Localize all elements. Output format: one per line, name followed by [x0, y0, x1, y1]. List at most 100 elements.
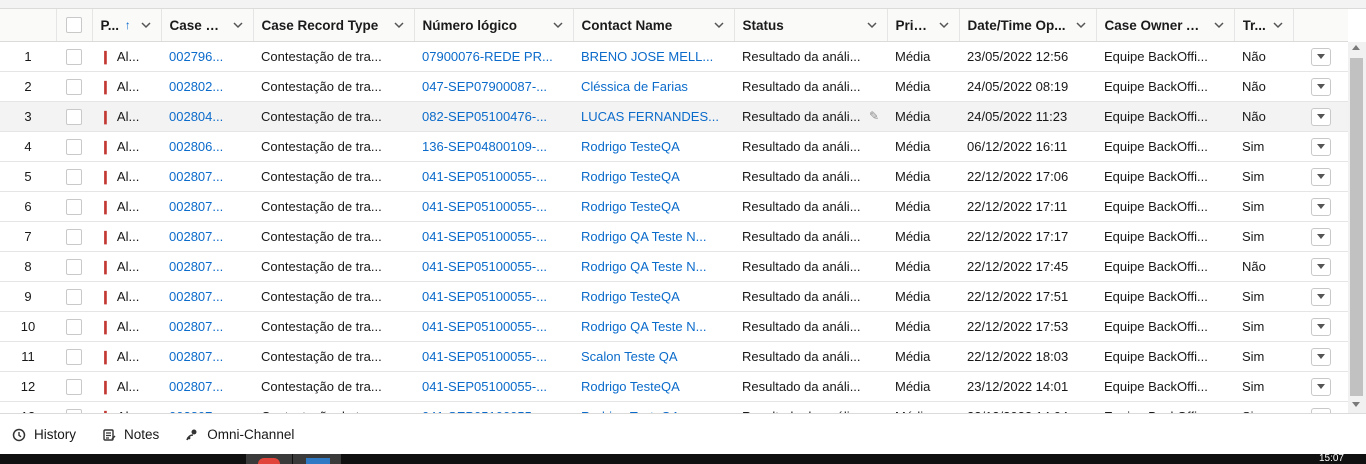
contact-name-link[interactable]: Rodrigo TesteQA: [581, 169, 680, 184]
row-checkbox[interactable]: [66, 288, 82, 305]
chevron-down-icon[interactable]: [392, 18, 406, 32]
row-checkbox[interactable]: [66, 198, 82, 215]
table-row[interactable]: 1 ❙ Al... 002796... Contestação de tra... 079…: [0, 41, 1348, 72]
row-select-cell[interactable]: [56, 131, 92, 162]
history-utility[interactable]: History: [12, 427, 76, 442]
row-actions-cell[interactable]: [1293, 281, 1348, 312]
status-cell[interactable]: Resultado da análi...: [734, 341, 887, 372]
case-number-link[interactable]: 002807...: [169, 229, 223, 244]
numero-logico-link[interactable]: 041-SEP05100055-...: [422, 349, 547, 364]
chevron-down-icon[interactable]: [1074, 18, 1088, 32]
status-cell[interactable]: Resultado da análi...: [734, 401, 887, 413]
row-checkbox[interactable]: [66, 348, 82, 365]
case-number-cell[interactable]: 002807...: [161, 371, 253, 402]
table-row[interactable]: 5 ❙ Al... 002807... Contestação de tra... 041…: [0, 161, 1348, 192]
contact-name-cell[interactable]: BRENO JOSE MELL...: [573, 41, 734, 72]
contact-name-cell[interactable]: Rodrigo QA Teste N...: [573, 221, 734, 252]
row-checkbox[interactable]: [66, 108, 82, 125]
status-cell[interactable]: Resultado da análi...: [734, 281, 887, 312]
table-row[interactable]: 2 ❙ Al... 002802... Contestação de tra... 047…: [0, 71, 1348, 102]
chevron-down-icon[interactable]: [1212, 18, 1226, 32]
contact-name-cell[interactable]: Rodrigo TesteQA: [573, 161, 734, 192]
chevron-down-icon[interactable]: [139, 18, 153, 32]
row-checkbox[interactable]: [66, 318, 82, 335]
numero-logico-cell[interactable]: 041-SEP05100055-...: [414, 251, 573, 282]
status-cell[interactable]: Resultado da análi...: [734, 131, 887, 162]
contact-name-cell[interactable]: Rodrigo TesteQA: [573, 401, 734, 413]
row-actions-cell[interactable]: [1293, 41, 1348, 72]
chevron-down-icon[interactable]: [937, 18, 951, 32]
chevron-down-icon[interactable]: [551, 18, 565, 32]
chevron-down-icon[interactable]: [1271, 18, 1285, 32]
numero-logico-cell[interactable]: 047-SEP07900087-...: [414, 71, 573, 102]
numero-logico-cell[interactable]: 041-SEP05100055-...: [414, 371, 573, 402]
header-numero-logico[interactable]: Número lógico: [414, 9, 574, 42]
status-cell[interactable]: Resultado da análi...: [734, 191, 887, 222]
table-row[interactable]: 7 ❙ Al... 002807... Contestação de tra... 041…: [0, 221, 1348, 252]
contact-name-cell[interactable]: Rodrigo TesteQA: [573, 191, 734, 222]
row-action-chevron-down-icon[interactable]: [1310, 77, 1331, 96]
row-actions-cell[interactable]: [1293, 341, 1348, 372]
row-select-cell[interactable]: [56, 311, 92, 342]
row-actions-cell[interactable]: [1293, 101, 1348, 132]
status-cell[interactable]: Resultado da análi...: [734, 161, 887, 192]
numero-logico-cell[interactable]: 041-SEP05100055-...: [414, 191, 573, 222]
sort-ascending-icon[interactable]: ↑: [125, 18, 131, 32]
notes-utility[interactable]: Notes: [102, 427, 159, 442]
status-cell[interactable]: Resultado da análi...: [734, 71, 887, 102]
chevron-down-icon[interactable]: [712, 18, 726, 32]
numero-logico-link[interactable]: 082-SEP05100476-...: [422, 109, 547, 124]
row-action-chevron-down-icon[interactable]: [1310, 197, 1331, 216]
case-number-cell[interactable]: 002807...: [161, 401, 253, 413]
header-record-type[interactable]: Case Record Type: [253, 9, 415, 42]
case-number-cell[interactable]: 002807...: [161, 191, 253, 222]
select-all-checkbox[interactable]: [66, 17, 82, 34]
row-action-chevron-down-icon[interactable]: [1310, 317, 1331, 336]
header-status[interactable]: Status: [734, 9, 888, 42]
row-select-cell[interactable]: [56, 251, 92, 282]
case-number-cell[interactable]: 002802...: [161, 71, 253, 102]
row-select-cell[interactable]: [56, 371, 92, 402]
case-number-cell[interactable]: 002807...: [161, 251, 253, 282]
scroll-up-arrow-icon[interactable]: [1352, 45, 1360, 50]
case-number-cell[interactable]: 002807...: [161, 311, 253, 342]
contact-name-link[interactable]: Rodrigo QA Teste N...: [581, 259, 707, 274]
row-select-cell[interactable]: [56, 281, 92, 312]
table-row[interactable]: 13 ❙Al...002807...Contestação de tra...04…: [0, 401, 1348, 413]
header-prio[interactable]: Prio...: [887, 9, 960, 42]
case-number-link[interactable]: 002807...: [169, 319, 223, 334]
case-number-link[interactable]: 002807...: [169, 259, 223, 274]
chevron-down-icon[interactable]: [865, 18, 879, 32]
row-action-chevron-down-icon[interactable]: [1310, 287, 1331, 306]
case-number-cell[interactable]: 002807...: [161, 221, 253, 252]
numero-logico-link[interactable]: 041-SEP05100055-...: [422, 229, 547, 244]
numero-logico-link[interactable]: 041-SEP05100055-...: [422, 379, 547, 394]
table-row[interactable]: 11 ❙ Al... 002807... Contestação de tra... 04…: [0, 341, 1348, 372]
numero-logico-link[interactable]: 041-SEP05100055-...: [422, 289, 547, 304]
numero-logico-cell[interactable]: 041-SEP05100055-...: [414, 161, 573, 192]
case-number-cell[interactable]: 002796...: [161, 41, 253, 72]
row-actions-cell[interactable]: [1293, 71, 1348, 102]
case-number-link[interactable]: 002807...: [169, 169, 223, 184]
row-actions-cell[interactable]: [1293, 221, 1348, 252]
row-checkbox[interactable]: [66, 258, 82, 275]
case-number-link[interactable]: 002802...: [169, 79, 223, 94]
status-cell[interactable]: ✎ Resultado da análi...: [734, 101, 887, 132]
contact-name-link[interactable]: Rodrigo TesteQA: [581, 199, 680, 214]
row-action-chevron-down-icon[interactable]: [1310, 227, 1331, 246]
contact-name-link[interactable]: Rodrigo TesteQA: [581, 289, 680, 304]
contact-name-cell[interactable]: Rodrigo QA Teste N...: [573, 311, 734, 342]
case-number-link[interactable]: 002807...: [169, 199, 223, 214]
row-select-cell[interactable]: [56, 161, 92, 192]
row-checkbox[interactable]: [66, 78, 82, 95]
numero-logico-cell[interactable]: 041-SEP05100055-...: [414, 311, 573, 342]
row-action-chevron-down-icon[interactable]: [1310, 107, 1331, 126]
contact-name-link[interactable]: Rodrigo TesteQA: [581, 379, 680, 394]
contact-name-cell[interactable]: Rodrigo QA Teste N...: [573, 251, 734, 282]
row-checkbox[interactable]: [66, 228, 82, 245]
contact-name-link[interactable]: BRENO JOSE MELL...: [581, 49, 713, 64]
numero-logico-link[interactable]: 041-SEP05100055-...: [422, 169, 547, 184]
contact-name-cell[interactable]: Rodrigo TesteQA: [573, 371, 734, 402]
row-actions-cell[interactable]: [1293, 311, 1348, 342]
chevron-down-icon[interactable]: [231, 18, 245, 32]
